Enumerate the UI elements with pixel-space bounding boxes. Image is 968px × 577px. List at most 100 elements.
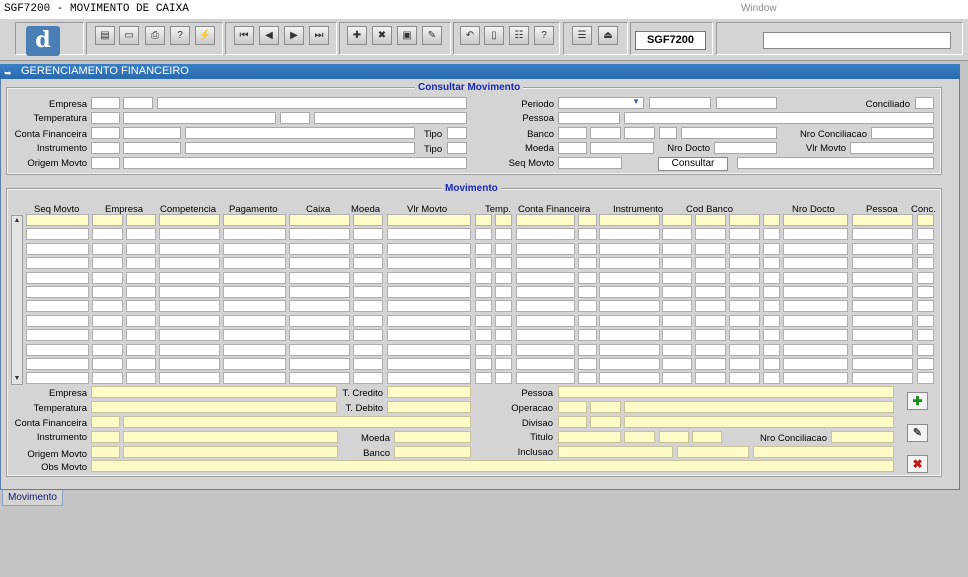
- detail-instrumento-desc[interactable]: [123, 431, 338, 443]
- grid-cell[interactable]: [126, 228, 156, 241]
- grid-cell[interactable]: [289, 314, 350, 327]
- grid-cell[interactable]: [495, 286, 512, 298]
- grid-cell[interactable]: [729, 372, 760, 385]
- grid-cell[interactable]: [289, 300, 350, 313]
- titulo-field[interactable]: [558, 431, 621, 443]
- grid-cell[interactable]: [852, 286, 913, 298]
- grid-cell[interactable]: [126, 372, 156, 385]
- grid-cell[interactable]: [92, 257, 123, 270]
- first-record-icon[interactable]: ⏮: [234, 26, 254, 45]
- grid-cell[interactable]: [599, 329, 660, 342]
- nro-docto-field[interactable]: [714, 142, 777, 154]
- grid-cell[interactable]: [599, 257, 660, 270]
- grid-cell[interactable]: [92, 343, 123, 356]
- conta-field[interactable]: [624, 127, 655, 139]
- grid-cell[interactable]: [695, 343, 726, 356]
- grid-cell[interactable]: [662, 372, 692, 385]
- grid-cell[interactable]: [92, 214, 123, 226]
- grid-cell[interactable]: [475, 214, 492, 226]
- grid-cell[interactable]: [495, 257, 512, 270]
- empresa-field-2[interactable]: [123, 97, 153, 109]
- grid-cell[interactable]: [783, 286, 848, 298]
- grid-cell[interactable]: [599, 343, 660, 356]
- grid-cell[interactable]: [599, 271, 660, 284]
- grid-cell[interactable]: [917, 271, 934, 284]
- grid-cell[interactable]: [159, 286, 220, 298]
- grid-cell[interactable]: [289, 242, 350, 255]
- consulta-extra-field[interactable]: [737, 157, 934, 169]
- detail-temperatura-field[interactable]: [91, 401, 337, 413]
- grid-cell[interactable]: [578, 286, 597, 298]
- grid-cell[interactable]: [126, 242, 156, 255]
- grid-cell[interactable]: [852, 314, 913, 327]
- grid-cell[interactable]: [695, 372, 726, 385]
- edit-record-button[interactable]: ✎: [907, 424, 928, 442]
- grid-cell[interactable]: [783, 271, 848, 284]
- empresa-field[interactable]: [91, 97, 120, 109]
- grid-cell[interactable]: [516, 242, 575, 255]
- grid-cell[interactable]: [917, 242, 934, 255]
- grid-cell[interactable]: [763, 242, 780, 255]
- grid-cell[interactable]: [353, 358, 383, 370]
- grid-cell[interactable]: [763, 314, 780, 327]
- grid-cell[interactable]: [729, 242, 760, 255]
- grid-cell[interactable]: [159, 372, 220, 385]
- grid-cell[interactable]: [729, 358, 760, 370]
- grid-cell[interactable]: [475, 372, 492, 385]
- grid-cell[interactable]: [387, 242, 471, 255]
- grid-cell[interactable]: [353, 343, 383, 356]
- grid-cell[interactable]: [387, 257, 471, 270]
- seq-movto-field[interactable]: [558, 157, 622, 169]
- scroll-up-icon[interactable]: ▲: [12, 216, 22, 226]
- origem-movto-field[interactable]: [91, 157, 120, 169]
- add-record-button[interactable]: ✚: [907, 392, 928, 410]
- grid-cell[interactable]: [662, 242, 692, 255]
- grid-cell[interactable]: [475, 271, 492, 284]
- grid-cell[interactable]: [353, 314, 383, 327]
- chevron-down-icon[interactable]: ▼: [632, 97, 640, 106]
- empresa-desc-field[interactable]: [157, 97, 467, 109]
- insert-record-icon[interactable]: ✚: [347, 26, 367, 45]
- grid-cell[interactable]: [578, 329, 597, 342]
- grid-cell[interactable]: [917, 343, 934, 356]
- grid-cell[interactable]: [223, 286, 286, 298]
- grid-cell[interactable]: [763, 271, 780, 284]
- grid-cell[interactable]: [695, 271, 726, 284]
- detail-pessoa-field[interactable]: [558, 386, 894, 398]
- grid-cell[interactable]: [223, 343, 286, 356]
- grid-cell[interactable]: [695, 286, 726, 298]
- grid-cell[interactable]: [223, 257, 286, 270]
- grid-cell[interactable]: [578, 271, 597, 284]
- t-debito-field[interactable]: [387, 401, 471, 413]
- grid-cell[interactable]: [662, 314, 692, 327]
- grid-cell[interactable]: [289, 257, 350, 270]
- grid-cell[interactable]: [852, 271, 913, 284]
- grid-cell[interactable]: [159, 214, 220, 226]
- grid-cell[interactable]: [353, 271, 383, 284]
- inclusao-field-3[interactable]: [753, 446, 894, 458]
- grid-cell[interactable]: [516, 358, 575, 370]
- grid-cell[interactable]: [92, 286, 123, 298]
- grid-cell[interactable]: [126, 300, 156, 313]
- detail-conta-financeira-code[interactable]: [91, 416, 120, 428]
- grid-cell[interactable]: [92, 271, 123, 284]
- grid-cell[interactable]: [223, 228, 286, 241]
- grid-cell[interactable]: [353, 372, 383, 385]
- grid-cell[interactable]: [26, 228, 89, 241]
- grid-cell[interactable]: [763, 343, 780, 356]
- grid-cell[interactable]: [289, 343, 350, 356]
- grid-cell[interactable]: [223, 314, 286, 327]
- grid-cell[interactable]: [92, 300, 123, 313]
- print-icon[interactable]: ⎙: [145, 26, 165, 45]
- titulo-field-4[interactable]: [692, 431, 722, 443]
- grid-cell[interactable]: [353, 257, 383, 270]
- conta-financeira-field[interactable]: [91, 127, 120, 139]
- tipo-field-2[interactable]: [447, 142, 467, 154]
- grid-cell[interactable]: [387, 372, 471, 385]
- grid-cell[interactable]: [662, 214, 692, 226]
- grid-cell[interactable]: [662, 286, 692, 298]
- detail-instrumento-code[interactable]: [91, 431, 120, 443]
- grid-cell[interactable]: [289, 271, 350, 284]
- grid-cell[interactable]: [695, 257, 726, 270]
- divisao-field[interactable]: [558, 416, 587, 428]
